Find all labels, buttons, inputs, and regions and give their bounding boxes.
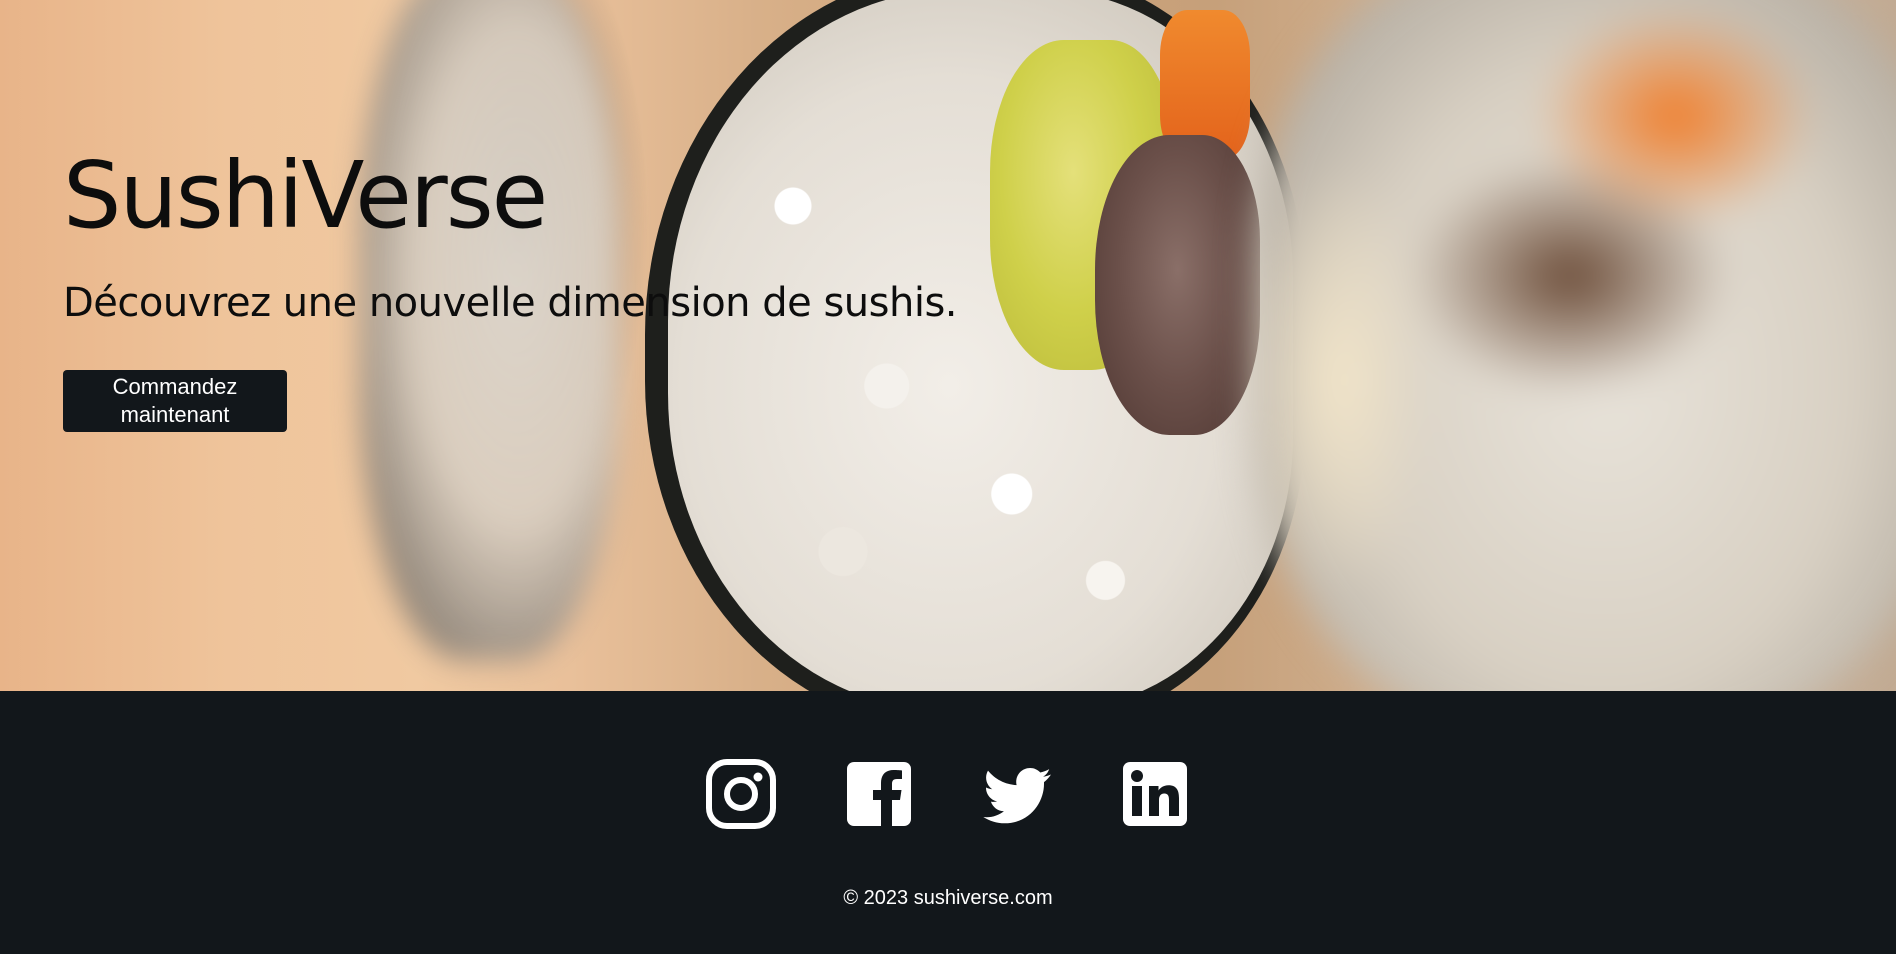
copyright-text: © 2023 sushiverse.com (843, 887, 1053, 909)
hero-content: SushiVerse Découvrez une nouvelle dimens… (63, 142, 958, 432)
twitter-icon (983, 768, 1051, 824)
order-now-button[interactable]: Commandez maintenant (63, 370, 287, 432)
facebook-icon (847, 762, 911, 826)
social-links (0, 758, 1896, 830)
sushi-filling-beef (1095, 135, 1260, 435)
sushi-roll-right-image (1255, 0, 1896, 691)
instagram-link[interactable] (705, 758, 777, 830)
facebook-link[interactable] (843, 758, 915, 830)
hero-section: SushiVerse Découvrez une nouvelle dimens… (0, 0, 1896, 691)
linkedin-link[interactable] (1119, 758, 1191, 830)
brand-title: SushiVerse (63, 142, 548, 249)
site-footer: © 2023 sushiverse.com (0, 691, 1896, 954)
twitter-link[interactable] (981, 758, 1053, 830)
instagram-icon (706, 759, 776, 829)
linkedin-icon (1123, 762, 1187, 826)
hero-tagline: Découvrez une nouvelle dimension de sush… (63, 280, 958, 326)
